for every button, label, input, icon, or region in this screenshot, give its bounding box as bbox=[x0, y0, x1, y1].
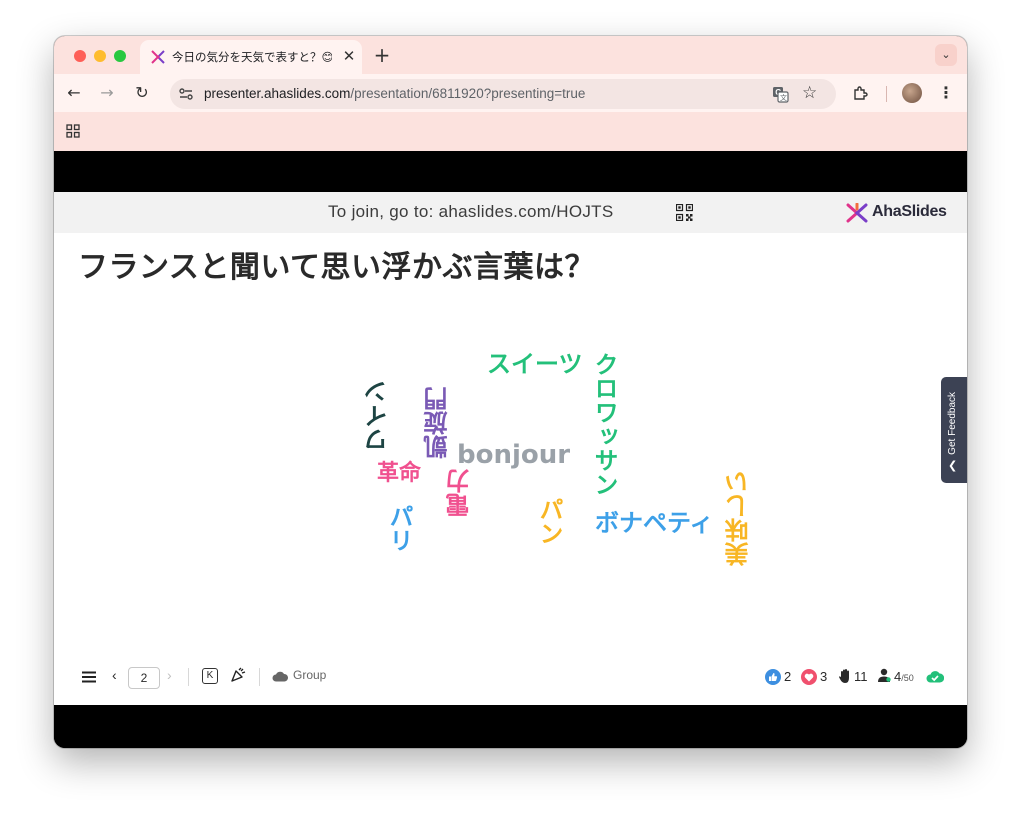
bookmark-star-icon[interactable]: ☆ bbox=[802, 83, 817, 103]
url-host: presenter.ahaslides.com bbox=[204, 86, 351, 101]
page-content: To join, go to: ahaslides.com/HOJTS AhaS… bbox=[54, 151, 967, 748]
profile-avatar[interactable] bbox=[902, 83, 922, 103]
participants-count: 4/50 bbox=[894, 669, 914, 684]
word-cloud-word: ボナペティ bbox=[595, 509, 714, 537]
word-cloud-word: パン bbox=[535, 497, 563, 545]
translate-icon[interactable]: G 文 bbox=[772, 86, 789, 103]
browser-toolbar: ← → ↻ presenter.ahaslides.com/presentati… bbox=[54, 74, 967, 112]
page-number-input[interactable]: 2 bbox=[128, 667, 160, 689]
tab-title: 今日の気分を天気で表すと？😊🌤️ bbox=[172, 50, 332, 64]
toolbar-divider bbox=[886, 86, 887, 102]
thumbs-up-icon bbox=[765, 669, 781, 685]
group-label[interactable]: Group bbox=[293, 668, 326, 682]
heart-icon bbox=[801, 669, 817, 685]
participants-max: /50 bbox=[901, 673, 914, 683]
tab-search-button[interactable]: ⌄ bbox=[935, 44, 957, 66]
likes-count: 2 bbox=[784, 669, 792, 684]
word-cloud-word: ワイン bbox=[364, 380, 392, 452]
chevron-left-icon: ❮ bbox=[948, 459, 958, 472]
celebration-icon[interactable] bbox=[230, 667, 246, 683]
url-text[interactable]: presenter.ahaslides.com/presentation/681… bbox=[204, 86, 585, 101]
word-cloud-word: クロワッサン bbox=[590, 352, 618, 496]
previous-slide-icon[interactable]: ‹ bbox=[112, 667, 117, 683]
reload-icon[interactable]: ↻ bbox=[131, 82, 153, 104]
browser-window: 今日の気分を天気で表すと？😊🌤️ ✕ + ⌄ ← → ↻ presenter.a… bbox=[54, 36, 967, 748]
hearts-count: 3 bbox=[820, 669, 828, 684]
participant-icon bbox=[878, 668, 891, 682]
word-cloud-word: 凱旋門 bbox=[424, 387, 452, 459]
menu-hamburger-icon[interactable] bbox=[82, 670, 96, 684]
back-arrow-icon[interactable]: ← bbox=[63, 82, 85, 104]
get-feedback-button[interactable]: Get Feedback ❮ bbox=[941, 377, 967, 483]
next-slide-icon[interactable]: › bbox=[167, 667, 172, 683]
close-window-button[interactable] bbox=[74, 50, 86, 62]
url-path: /presentation/6811920?presenting=true bbox=[350, 86, 586, 101]
presenter-bottom-bar: ‹ 2 › K Group 2 3 11 4/50 bbox=[54, 662, 967, 702]
cloud-icon bbox=[272, 671, 288, 682]
presentation-slide: To join, go to: ahaslides.com/HOJTS AhaS… bbox=[54, 192, 967, 705]
get-feedback-label: Get Feedback bbox=[947, 392, 958, 455]
extensions-puzzle-icon[interactable] bbox=[852, 85, 868, 101]
word-cloud-word: パリ bbox=[385, 504, 413, 552]
word-cloud-word: スイーツ bbox=[487, 350, 583, 378]
ahaslides-favicon-icon bbox=[151, 50, 165, 64]
word-cloud-word: 革命 bbox=[377, 461, 422, 486]
bottom-divider bbox=[188, 668, 189, 686]
word-cloud: スイーツ ワイン 凱旋門 bonjour クロワッサン 革命 電力 パリ パン … bbox=[54, 192, 967, 705]
new-tab-button[interactable]: + bbox=[372, 45, 392, 65]
raised-hand-icon bbox=[839, 669, 849, 683]
maximize-window-button[interactable] bbox=[114, 50, 126, 62]
bottom-divider bbox=[259, 668, 260, 686]
word-cloud-word: bonjour bbox=[457, 440, 571, 470]
forward-arrow-icon[interactable]: → bbox=[96, 82, 118, 104]
apps-grid-icon[interactable] bbox=[66, 124, 80, 138]
site-info-icon[interactable] bbox=[178, 86, 194, 102]
keyboard-shortcut-icon[interactable]: K bbox=[202, 668, 218, 684]
word-cloud-word: 電力 bbox=[446, 469, 474, 517]
bookmarks-bar bbox=[54, 112, 967, 151]
hands-count: 11 bbox=[854, 669, 868, 684]
address-bar[interactable]: presenter.ahaslides.com/presentation/681… bbox=[170, 79, 836, 109]
more-menu-icon[interactable]: ⋮ bbox=[938, 82, 954, 104]
browser-tab[interactable]: 今日の気分を天気で表すと？😊🌤️ ✕ bbox=[140, 40, 362, 74]
cloud-synced-check-icon bbox=[926, 671, 944, 683]
svg-text:文: 文 bbox=[780, 93, 787, 102]
minimize-window-button[interactable] bbox=[94, 50, 106, 62]
word-cloud-word: 美味しい bbox=[725, 470, 753, 566]
tab-close-icon[interactable]: ✕ bbox=[340, 47, 358, 65]
browser-chrome: 今日の気分を天気で表すと？😊🌤️ ✕ + ⌄ ← → ↻ presenter.a… bbox=[54, 36, 967, 151]
letterbox-bottom bbox=[54, 707, 967, 748]
